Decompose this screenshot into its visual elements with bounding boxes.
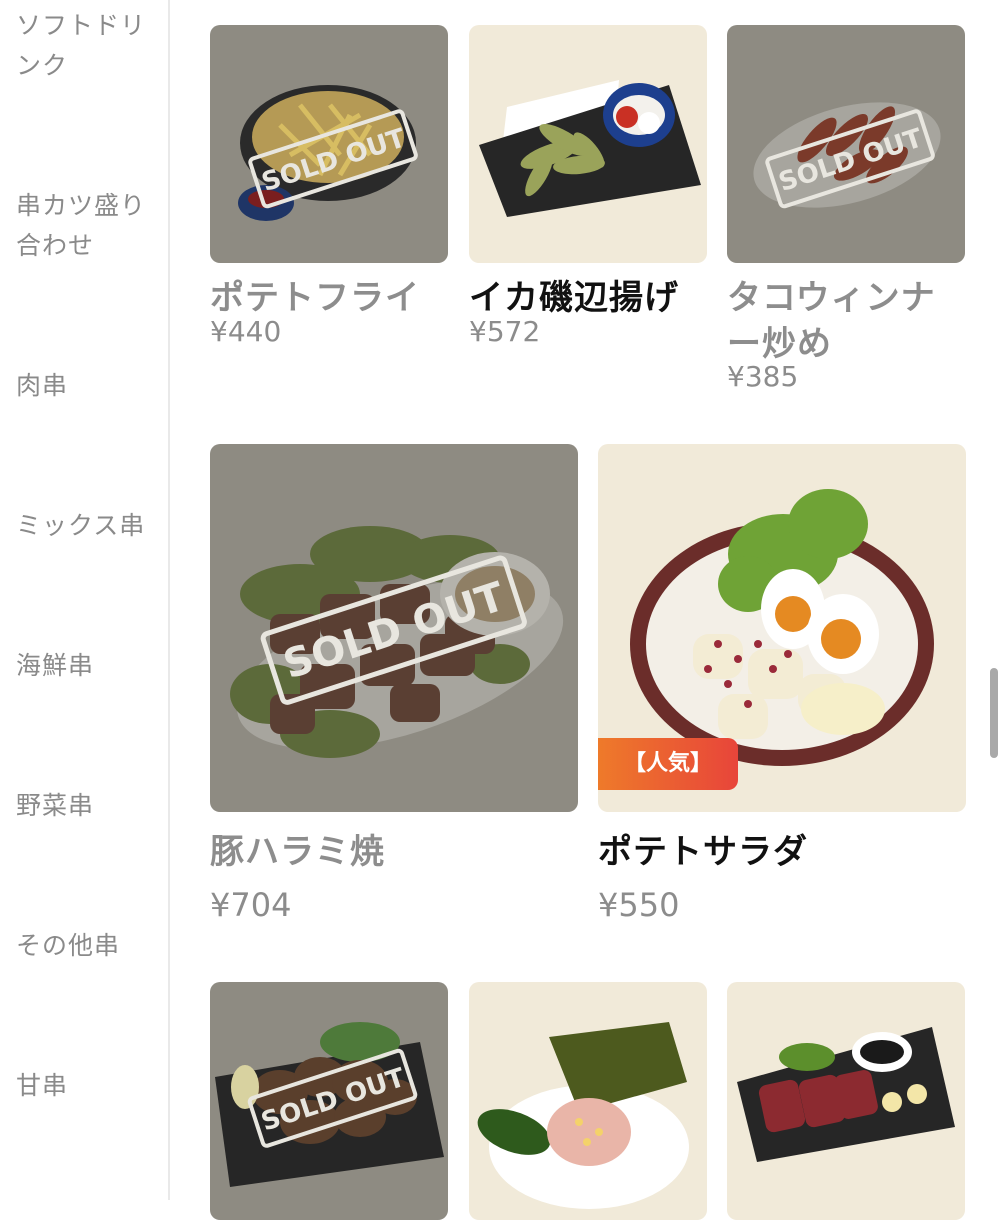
sold-out-stamp: SOLD OUT [247, 1048, 418, 1148]
sidebar-item-kushikatsu-set[interactable]: 串カツ盛り 合わせ [16, 186, 162, 266]
sidebar-item-mix-skewers[interactable]: ミックス串 [16, 506, 162, 546]
food-image [727, 982, 965, 1220]
item-name: 豚ハラミ焼 [210, 832, 385, 872]
sidebar-item-vegetable-skewers[interactable]: 野菜串 [16, 786, 162, 826]
menu-item-card[interactable]: SOLD OUT [210, 982, 448, 1220]
menu-item-card[interactable] [727, 982, 965, 1220]
sidebar-item-other-skewers[interactable]: その他串 [16, 926, 162, 966]
food-image: SOLD OUT [210, 982, 448, 1220]
food-image [469, 982, 707, 1220]
food-image: SOLD OUT [210, 444, 578, 812]
item-name: ポテトサラダ [598, 832, 808, 872]
item-price: ¥550 [598, 886, 680, 924]
sold-out-stamp: SOLD OUT [248, 109, 418, 209]
popular-badge: 【人気】 [598, 738, 738, 790]
item-price: ¥385 [727, 360, 799, 393]
scrollbar[interactable] [990, 668, 998, 758]
menu-item-card[interactable]: SOLD OUT ポテトフライ ¥440 [210, 25, 448, 405]
menu-item-card[interactable]: 【人気】 ポテトサラダ ¥550 [598, 444, 966, 934]
menu-item-card[interactable] [469, 982, 707, 1220]
food-image: SOLD OUT [210, 25, 448, 263]
item-price: ¥440 [210, 315, 282, 348]
food-image [469, 25, 707, 263]
menu-item-card[interactable]: SOLD OUT タコウィンナ ー炒め ¥385 [727, 25, 965, 405]
sold-out-stamp: SOLD OUT [260, 555, 527, 705]
category-sidebar: ソフトドリ ンク 串カツ盛り 合わせ 肉串 ミックス串 海鮮串 野菜串 その他串… [0, 0, 170, 1200]
menu-item-card[interactable]: イカ磯辺揚げ ¥572 [469, 25, 707, 405]
item-price: ¥572 [469, 315, 541, 348]
item-price: ¥704 [210, 886, 292, 924]
sidebar-item-sweet-skewers[interactable]: 甘串 [16, 1066, 162, 1106]
sidebar-item-seafood-skewers[interactable]: 海鮮串 [16, 646, 162, 686]
sold-out-stamp: SOLD OUT [765, 109, 935, 209]
item-name: タコウィンナ ー炒め [727, 278, 936, 364]
sidebar-item-soft-drink[interactable]: ソフトドリ ンク [16, 6, 162, 86]
food-image: SOLD OUT [727, 25, 965, 263]
menu-item-card[interactable]: SOLD OUT 豚ハラミ焼 ¥704 [210, 444, 578, 934]
sidebar-item-meat-skewers[interactable]: 肉串 [16, 366, 162, 406]
